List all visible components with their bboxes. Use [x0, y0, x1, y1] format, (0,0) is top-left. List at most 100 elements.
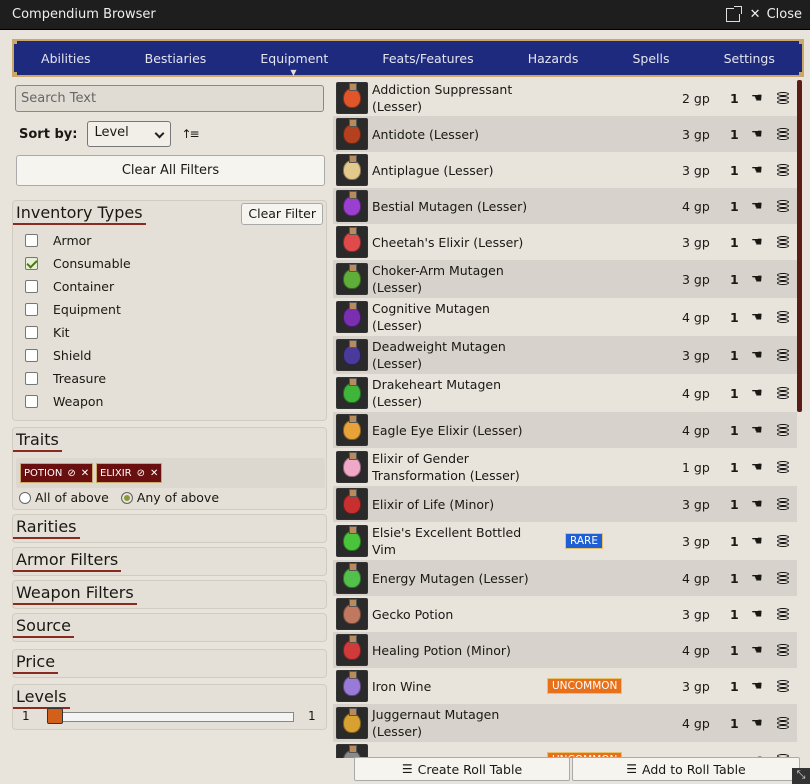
checkbox-consumable[interactable]: Consumable — [25, 256, 131, 271]
item-image[interactable] — [336, 226, 368, 258]
item-row[interactable]: Cognitive Mutagen (Lesser) 4 gp 1 ☚ — [333, 298, 797, 336]
level-slider-handle[interactable] — [47, 708, 63, 724]
weapon-filters-section[interactable]: Weapon Filters — [12, 580, 327, 609]
item-row[interactable]: Addiction Suppressant (Lesser) 2 gp 1 ☚ — [333, 80, 797, 116]
item-row[interactable]: Elixir of Life (Minor) 3 gp 1 ☚ — [333, 486, 797, 522]
checkbox-shield[interactable]: Shield — [25, 348, 91, 363]
take-item-hand-icon[interactable]: ☚ — [751, 679, 763, 694]
buy-coins-icon[interactable] — [777, 644, 790, 656]
take-item-hand-icon[interactable]: ☚ — [751, 716, 763, 731]
buy-coins-icon[interactable] — [777, 311, 790, 323]
checkbox-equipment[interactable]: Equipment — [25, 302, 121, 317]
item-image[interactable] — [336, 670, 368, 702]
item-row[interactable]: Elsie's Excellent Bottled Vim RARE 3 gp 1 ☚ — [333, 522, 797, 560]
checkbox-treasure[interactable]: Treasure — [25, 371, 106, 386]
item-row[interactable]: Cheetah's Elixir (Lesser) 3 gp 1 ☚ — [333, 224, 797, 260]
price-section[interactable]: Price — [12, 649, 327, 678]
item-row[interactable]: Juggernaut Mutagen (Lesser) 4 gp 1 ☚ — [333, 704, 797, 742]
item-row[interactable]: Elixir of Gender Transformation (Lesser)… — [333, 448, 797, 486]
buy-coins-icon[interactable] — [777, 535, 790, 547]
item-name[interactable]: Healing Potion (Minor) — [372, 642, 532, 659]
buy-coins-icon[interactable] — [777, 424, 790, 436]
item-image[interactable] — [336, 301, 368, 333]
tab-spells[interactable]: Spells — [624, 51, 677, 66]
armor-filters-heading[interactable]: Armor Filters — [13, 548, 122, 572]
buy-coins-icon[interactable] — [777, 461, 790, 473]
tab-equipment[interactable]: Equipment ▼ — [252, 51, 336, 77]
buy-coins-icon[interactable] — [777, 349, 790, 361]
item-name[interactable]: Juggernaut Mutagen (Lesser) — [372, 706, 532, 740]
item-name[interactable]: Antiplague (Lesser) — [372, 162, 532, 179]
item-row[interactable]: Iron Wine UNCOMMON 3 gp 1 ☚ — [333, 668, 797, 704]
take-item-hand-icon[interactable]: ☚ — [751, 534, 763, 549]
item-name[interactable]: Addiction Suppressant (Lesser) — [372, 81, 532, 115]
clear-filter-button[interactable]: Clear Filter — [241, 203, 323, 225]
rarities-section[interactable]: Rarities — [12, 514, 327, 543]
item-image[interactable] — [336, 263, 368, 295]
source-section[interactable]: Source — [12, 613, 327, 642]
item-name[interactable]: Antidote (Lesser) — [372, 126, 532, 143]
add-to-roll-table-button[interactable]: ☰ Add to Roll Table — [572, 757, 800, 781]
remove-tag-icon[interactable]: ✕ — [81, 468, 89, 479]
buy-coins-icon[interactable] — [777, 387, 790, 399]
armor-filters-section[interactable]: Armor Filters — [12, 547, 327, 576]
item-name[interactable]: Elsie's Excellent Bottled Vim — [372, 524, 532, 558]
negate-icon[interactable]: ⊘ — [67, 468, 75, 479]
checkbox-box-checked[interactable] — [25, 257, 38, 270]
item-row[interactable]: Healing Potion (Minor) 4 gp 1 ☚ — [333, 632, 797, 668]
negate-icon[interactable]: ⊘ — [137, 468, 145, 479]
buy-coins-icon[interactable] — [777, 236, 790, 248]
item-row[interactable]: Eagle Eye Elixir (Lesser) 4 gp 1 ☚ — [333, 412, 797, 448]
item-image[interactable] — [336, 451, 368, 483]
take-item-hand-icon[interactable]: ☚ — [751, 386, 763, 401]
take-item-hand-icon[interactable]: ☚ — [751, 497, 763, 512]
take-item-hand-icon[interactable]: ☚ — [751, 571, 763, 586]
inventory-types-heading[interactable]: Inventory Types — [13, 201, 146, 225]
remove-tag-icon[interactable]: ✕ — [150, 468, 158, 479]
checkbox-box[interactable] — [25, 280, 38, 293]
take-item-hand-icon[interactable]: ☚ — [751, 91, 763, 106]
item-name[interactable]: Cognitive Mutagen (Lesser) — [372, 300, 532, 334]
item-name[interactable]: Eagle Eye Elixir (Lesser) — [372, 422, 532, 439]
checkbox-box[interactable] — [25, 303, 38, 316]
clear-all-filters-button[interactable]: Clear All Filters — [16, 155, 325, 186]
item-name[interactable]: Iron Wine — [372, 678, 532, 695]
item-image[interactable] — [336, 744, 368, 758]
checkbox-weapon[interactable]: Weapon — [25, 394, 103, 409]
item-row[interactable]: UNCOMMON☚ — [333, 742, 797, 758]
item-row[interactable]: Energy Mutagen (Lesser) 4 gp 1 ☚ — [333, 560, 797, 596]
popout-icon[interactable] — [725, 5, 742, 22]
item-row[interactable]: Drakeheart Mutagen (Lesser) 4 gp 1 ☚ — [333, 374, 797, 412]
buy-coins-icon[interactable] — [777, 164, 790, 176]
item-image[interactable] — [336, 488, 368, 520]
sort-select[interactable]: Level — [87, 121, 172, 147]
item-name[interactable]: Drakeheart Mutagen (Lesser) — [372, 376, 532, 410]
resize-handle-icon[interactable]: ⤡ — [792, 768, 810, 784]
take-item-hand-icon[interactable]: ☚ — [751, 348, 763, 363]
search-input[interactable]: Search Text — [15, 85, 324, 112]
tab-hazards[interactable]: Hazards — [520, 51, 587, 66]
buy-coins-icon[interactable] — [777, 608, 790, 620]
item-name[interactable]: Choker-Arm Mutagen (Lesser) — [372, 262, 532, 296]
take-item-hand-icon[interactable]: ☚ — [751, 235, 763, 250]
take-item-hand-icon[interactable]: ☚ — [751, 310, 763, 325]
item-row[interactable]: Choker-Arm Mutagen (Lesser) 3 gp 1 ☚ — [333, 260, 797, 298]
item-name[interactable]: Elixir of Life (Minor) — [372, 496, 532, 513]
tab-bestiaries[interactable]: Bestiaries — [137, 51, 215, 66]
take-item-hand-icon[interactable]: ☚ — [751, 127, 763, 142]
buy-coins-icon[interactable] — [777, 273, 790, 285]
levels-heading[interactable]: Levels — [13, 685, 70, 709]
take-item-hand-icon[interactable]: ☚ — [751, 423, 763, 438]
item-image[interactable] — [336, 118, 368, 150]
item-name[interactable]: Cheetah's Elixir (Lesser) — [372, 234, 532, 251]
checkbox-box[interactable] — [25, 372, 38, 385]
rarities-heading[interactable]: Rarities — [13, 515, 80, 539]
weapon-filters-heading[interactable]: Weapon Filters — [13, 581, 137, 605]
source-heading[interactable]: Source — [13, 614, 74, 638]
checkbox-box[interactable] — [25, 234, 38, 247]
item-image[interactable] — [336, 377, 368, 409]
radio-all-of-above[interactable] — [19, 491, 31, 504]
take-item-hand-icon[interactable]: ☚ — [751, 163, 763, 178]
item-row[interactable]: Antiplague (Lesser) 3 gp 1 ☚ — [333, 152, 797, 188]
buy-coins-icon[interactable] — [777, 128, 790, 140]
